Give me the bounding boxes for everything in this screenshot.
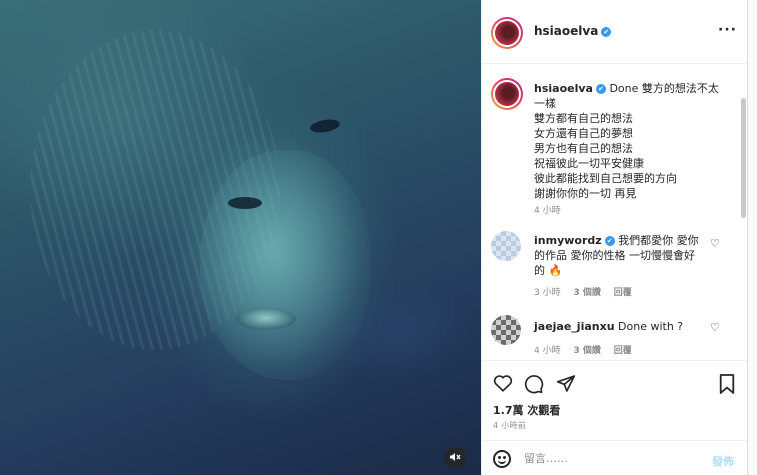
scrollbar-thumb[interactable] bbox=[741, 98, 746, 218]
paper-plane-icon bbox=[556, 375, 576, 392]
video-frame-face bbox=[200, 150, 370, 380]
comment-likes-count[interactable]: 3 個讚 bbox=[573, 346, 600, 356]
author-avatar[interactable] bbox=[491, 17, 523, 49]
comment-like-button[interactable]: ♡ bbox=[710, 237, 720, 250]
comment-text: jaejae_jianxu Done with ? bbox=[534, 319, 704, 334]
comments-scrollbar[interactable] bbox=[741, 68, 746, 358]
instagram-post: hsiaoelva ✔ ··· hsiaoelva ✔ Done 雙方的想法不太一樣… bbox=[0, 0, 757, 475]
more-options-button[interactable]: ··· bbox=[718, 22, 737, 38]
caption-line: 男方也有自己的想法 bbox=[534, 142, 633, 155]
speech-bubble-icon bbox=[524, 375, 544, 394]
verified-badge-icon: ✔ bbox=[604, 236, 615, 246]
verified-badge-icon: ✔ bbox=[601, 27, 612, 37]
mute-button[interactable] bbox=[444, 447, 466, 469]
video-frame-eye-left bbox=[228, 197, 262, 209]
caption-line: 雙方都有自己的想法 bbox=[534, 112, 633, 125]
post-comment-button[interactable]: 發佈 bbox=[712, 453, 734, 469]
caption-line: 祝福彼此一切平安健康 bbox=[534, 157, 644, 170]
comment-text: inmywordz ✔ 我們都愛你 愛你的作品 愛你的性格 一切慢慢會好的 🔥 bbox=[534, 233, 704, 278]
caption-username[interactable]: hsiaoelva bbox=[534, 82, 593, 95]
caption-line: 彼此都能找到自己想要的方向 bbox=[534, 172, 677, 185]
page-scrollbar-track[interactable] bbox=[747, 0, 757, 475]
verified-badge-icon: ✔ bbox=[595, 84, 606, 94]
bookmark-icon bbox=[719, 374, 735, 394]
author-username[interactable]: hsiaoelva ✔ bbox=[534, 24, 612, 38]
post-action-bar bbox=[482, 360, 748, 396]
comment-reply-button[interactable]: 回覆 bbox=[614, 346, 632, 356]
caption-line: 女方還有自己的夢想 bbox=[534, 127, 633, 140]
commenter-avatar[interactable] bbox=[491, 315, 521, 345]
save-button[interactable] bbox=[718, 374, 736, 398]
post-timestamp[interactable]: 4 小時前 bbox=[493, 420, 526, 431]
comment-timestamp[interactable]: 3 小時 bbox=[534, 288, 561, 298]
caption-line: 謝謝你你的一切 再見 bbox=[534, 187, 637, 200]
add-comment-bar: 發佈 bbox=[482, 440, 748, 475]
commenter-username[interactable]: inmywordz bbox=[534, 234, 602, 247]
author-username-text[interactable]: hsiaoelva bbox=[534, 24, 598, 38]
muted-speaker-icon bbox=[449, 451, 461, 466]
post-video[interactable] bbox=[0, 0, 481, 475]
comment-meta: 4 小時 3 個讚 回覆 bbox=[534, 343, 642, 356]
video-frame-lips bbox=[236, 308, 296, 330]
caption-avatar[interactable] bbox=[491, 78, 523, 110]
emoji-picker-icon[interactable] bbox=[493, 450, 511, 468]
comments-list[interactable]: hsiaoelva ✔ Done 雙方的想法不太一樣 雙方都有自己的想法 女方還有… bbox=[482, 65, 740, 359]
heart-outline-icon: ♡ bbox=[710, 237, 720, 250]
comment-likes-count[interactable]: 3 個讚 bbox=[573, 288, 600, 298]
view-count[interactable]: 1.7萬 次觀看 bbox=[493, 402, 560, 418]
comment-like-button[interactable]: ♡ bbox=[710, 321, 720, 334]
comment-button[interactable] bbox=[524, 374, 544, 398]
fire-emoji-icon: 🔥 bbox=[548, 264, 563, 277]
heart-outline-icon: ♡ bbox=[710, 321, 720, 334]
comment-meta: 3 小時 3 個讚 回覆 bbox=[534, 285, 642, 298]
post-side-panel: hsiaoelva ✔ ··· hsiaoelva ✔ Done 雙方的想法不太一樣… bbox=[481, 0, 748, 475]
comment-body: Done with ? bbox=[618, 320, 684, 333]
video-frame-eye-right bbox=[309, 117, 341, 135]
comment-input[interactable] bbox=[524, 452, 694, 465]
commenter-avatar[interactable] bbox=[491, 231, 521, 261]
commenter-username[interactable]: jaejae_jianxu bbox=[534, 320, 615, 333]
comment-reply-button[interactable]: 回覆 bbox=[614, 288, 632, 298]
like-button[interactable] bbox=[493, 374, 513, 396]
heart-outline-icon bbox=[493, 375, 513, 392]
caption-timestamp[interactable]: 4 小時 bbox=[534, 203, 561, 216]
comment-timestamp[interactable]: 4 小時 bbox=[534, 346, 561, 356]
caption-text: hsiaoelva ✔ Done 雙方的想法不太一樣 雙方都有自己的想法 女方還有… bbox=[534, 81, 720, 201]
post-header: hsiaoelva ✔ ··· bbox=[482, 0, 748, 64]
share-button[interactable] bbox=[556, 374, 576, 397]
